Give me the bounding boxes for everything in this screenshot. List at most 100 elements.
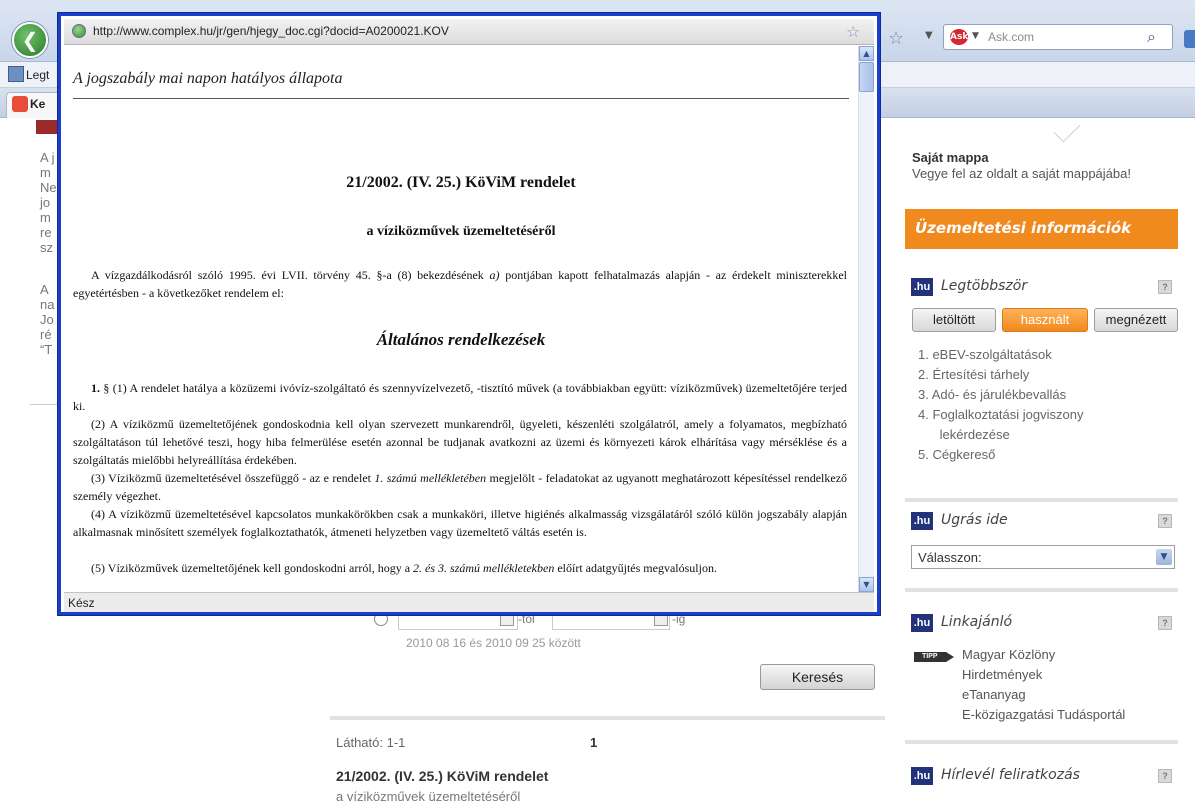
divider <box>330 716 885 720</box>
jump-select[interactable]: Válasszon: ▼ <box>911 545 1175 569</box>
list-item[interactable]: lekérdezése <box>918 425 1168 445</box>
favorite-star-icon[interactable]: ☆ <box>888 28 904 49</box>
tab-used[interactable]: használt <box>1002 308 1088 332</box>
newsletter-title: Hírlevél feliratkozás <box>941 767 1080 783</box>
popup-address-bar: http://www.complex.hu/jr/gen/hjegy_doc.c… <box>64 19 874 45</box>
paragraph-text: előírt adatgyűjtés megvalósuljon. <box>557 561 717 575</box>
page-number[interactable]: 1 <box>590 735 597 750</box>
paragraph-text: § (1) A rendelet hatálya a közüzemi ivóv… <box>73 381 847 413</box>
chevron-down-icon[interactable]: ▼ <box>925 30 933 41</box>
hu-logo-icon: .hu <box>911 278 933 296</box>
left-text-fragment: A j <box>40 150 55 165</box>
tab-viewed[interactable]: megnézett <box>1094 308 1178 332</box>
paragraph-5: (5) Víziközművek üzemeltetőjének kell go… <box>73 559 847 577</box>
hu-logo-icon: .hu <box>911 614 933 632</box>
document-subtitle: a víziközművek üzemeltetéséről <box>366 224 556 239</box>
result-subtitle: a víziközművek üzemeltetéséről <box>336 789 521 804</box>
left-text-fragment: sz <box>40 240 53 255</box>
back-arrow-icon[interactable]: ❮ <box>12 22 48 58</box>
status-bar: Kész <box>64 592 874 612</box>
vertical-scrollbar[interactable]: ▲ ▼ <box>858 46 874 592</box>
divider <box>905 498 1178 502</box>
paragraph-text: (3) Víziközmű üzemeltetésével összefüggő… <box>91 471 371 485</box>
hu-logo-icon: .hu <box>911 512 933 530</box>
scroll-thumb[interactable] <box>859 62 874 92</box>
globe-icon <box>72 24 86 38</box>
paragraph-2: (2) A víziközmű üzemeltetőjének gondosko… <box>73 415 847 469</box>
calendar-icon[interactable] <box>500 614 514 626</box>
document-state-heading: A jogszabály mai napon hatályos állapota <box>73 70 343 87</box>
most-popular-title: Legtöbbször <box>941 278 1028 294</box>
search-icon[interactable]: ⌕ <box>1147 27 1156 47</box>
chevron-down-icon[interactable]: ▼ <box>972 31 979 41</box>
preamble-text: A vízgazdálkodásról szóló 1995. évi LVII… <box>91 268 484 282</box>
visible-count: Látható: 1-1 <box>336 735 406 750</box>
left-text-fragment: ré <box>40 327 52 342</box>
operation-info-header[interactable]: Üzemeltetési információk <box>905 209 1178 249</box>
calendar-icon[interactable] <box>654 614 668 626</box>
list-item[interactable]: 4. Foglalkoztatási jogviszony <box>918 405 1168 425</box>
search-button[interactable]: Keresés <box>760 664 875 690</box>
paragraph-3: (3) Víziközmű üzemeltetésével összefüggő… <box>73 469 847 505</box>
help-icon[interactable]: ? <box>1158 514 1172 528</box>
paragraph-text: (4) A víziközmű üzemeltetésével kapcsola… <box>73 507 847 539</box>
list-item[interactable]: 2. Értesítési tárhely <box>918 365 1168 385</box>
list-item[interactable]: 1. eBEV-szolgáltatások <box>918 345 1168 365</box>
list-item[interactable]: 3. Adó- és járulékbevallás <box>918 385 1168 405</box>
toolbar-edge-icon[interactable] <box>1184 30 1195 48</box>
paragraph-text: (5) Víziközművek üzemeltetőjének kell go… <box>91 561 411 575</box>
link-item[interactable]: E-közigazgatási Tudásportál <box>962 705 1125 725</box>
help-icon[interactable]: ? <box>1158 769 1172 783</box>
popup-url[interactable]: http://www.complex.hu/jr/gen/hjegy_doc.c… <box>93 24 449 38</box>
bookmark-link[interactable]: Legt <box>26 68 49 82</box>
jump-to-title: Ugrás ide <box>941 512 1008 528</box>
saved-folder-title[interactable]: Saját mappa <box>912 150 989 165</box>
link-item[interactable]: Hirdetmények <box>962 665 1125 685</box>
chevron-down-icon[interactable]: ▼ <box>1156 549 1172 565</box>
paragraph-italic: 2. és 3. számú mellékletekben <box>413 561 555 575</box>
divider <box>73 98 849 99</box>
divider <box>30 404 60 405</box>
favorite-star-icon[interactable]: ☆ <box>846 22 860 41</box>
divider <box>905 740 1178 744</box>
popular-list: 1. eBEV-szolgáltatások 2. Értesítési tár… <box>918 345 1168 465</box>
link-item[interactable]: Magyar Közlöny <box>962 645 1125 665</box>
hu-logo-icon: .hu <box>911 767 933 785</box>
paragraph-4: (4) A víziközmű üzemeltetésével kapcsola… <box>73 505 847 541</box>
sidebar-notch <box>1053 115 1081 143</box>
tab-favicon-icon <box>12 96 28 112</box>
help-icon[interactable]: ? <box>1158 616 1172 630</box>
date-range-hint: 2010 08 16 és 2010 09 25 között <box>406 636 581 650</box>
popup-window: http://www.complex.hu/jr/gen/hjegy_doc.c… <box>58 13 880 615</box>
scroll-down-icon[interactable]: ▼ <box>859 577 874 592</box>
left-text-fragment: na <box>40 297 55 312</box>
scroll-up-icon[interactable]: ▲ <box>859 46 874 61</box>
search-input[interactable]: Ask ▼ Ask.com ⌕ <box>943 24 1173 50</box>
tipp-badge: TIPP <box>914 652 954 662</box>
help-icon[interactable]: ? <box>1158 280 1172 294</box>
paragraph-number: 1. <box>91 381 100 395</box>
tab-downloaded[interactable]: letöltött <box>912 308 996 332</box>
paragraph-italic: 1. számú mellékletében <box>374 471 487 485</box>
section-heading: Általános rendelkezések <box>376 330 546 349</box>
left-red-block <box>36 120 60 134</box>
operation-info-title: Üzemeltetési információk <box>915 219 1132 237</box>
link-item[interactable]: eTananyag <box>962 685 1125 705</box>
list-item[interactable]: 5. Cégkereső <box>918 445 1168 465</box>
select-value: Válasszon: <box>918 550 982 565</box>
ask-logo-icon: Ask <box>950 29 968 45</box>
paragraph-1: 1. § (1) A rendelet hatálya a közüzemi i… <box>73 379 847 415</box>
left-text-fragment: re <box>40 225 52 240</box>
saved-folder-link[interactable]: Vegye fel az oldalt a saját mappájába! <box>912 166 1131 181</box>
document-area: A jogszabály mai napon hatályos állapota… <box>64 46 858 592</box>
preamble-italic: a) <box>489 268 500 282</box>
left-text-fragment: Jo <box>40 312 54 327</box>
paragraph-text: (2) A víziközmű üzemeltetőjének gondosko… <box>73 417 847 467</box>
left-text-fragment: jo <box>40 195 51 210</box>
preamble-paragraph: A vízgazdálkodásról szóló 1995. évi LVII… <box>73 266 847 302</box>
search-placeholder: Ask.com <box>988 30 1035 44</box>
links-title: Linkajánló <box>941 614 1013 630</box>
result-title-link[interactable]: 21/2002. (IV. 25.) KöViM rendelet <box>336 768 548 784</box>
tab-label: Ke <box>30 97 46 111</box>
left-text-fragment: A <box>40 282 49 297</box>
